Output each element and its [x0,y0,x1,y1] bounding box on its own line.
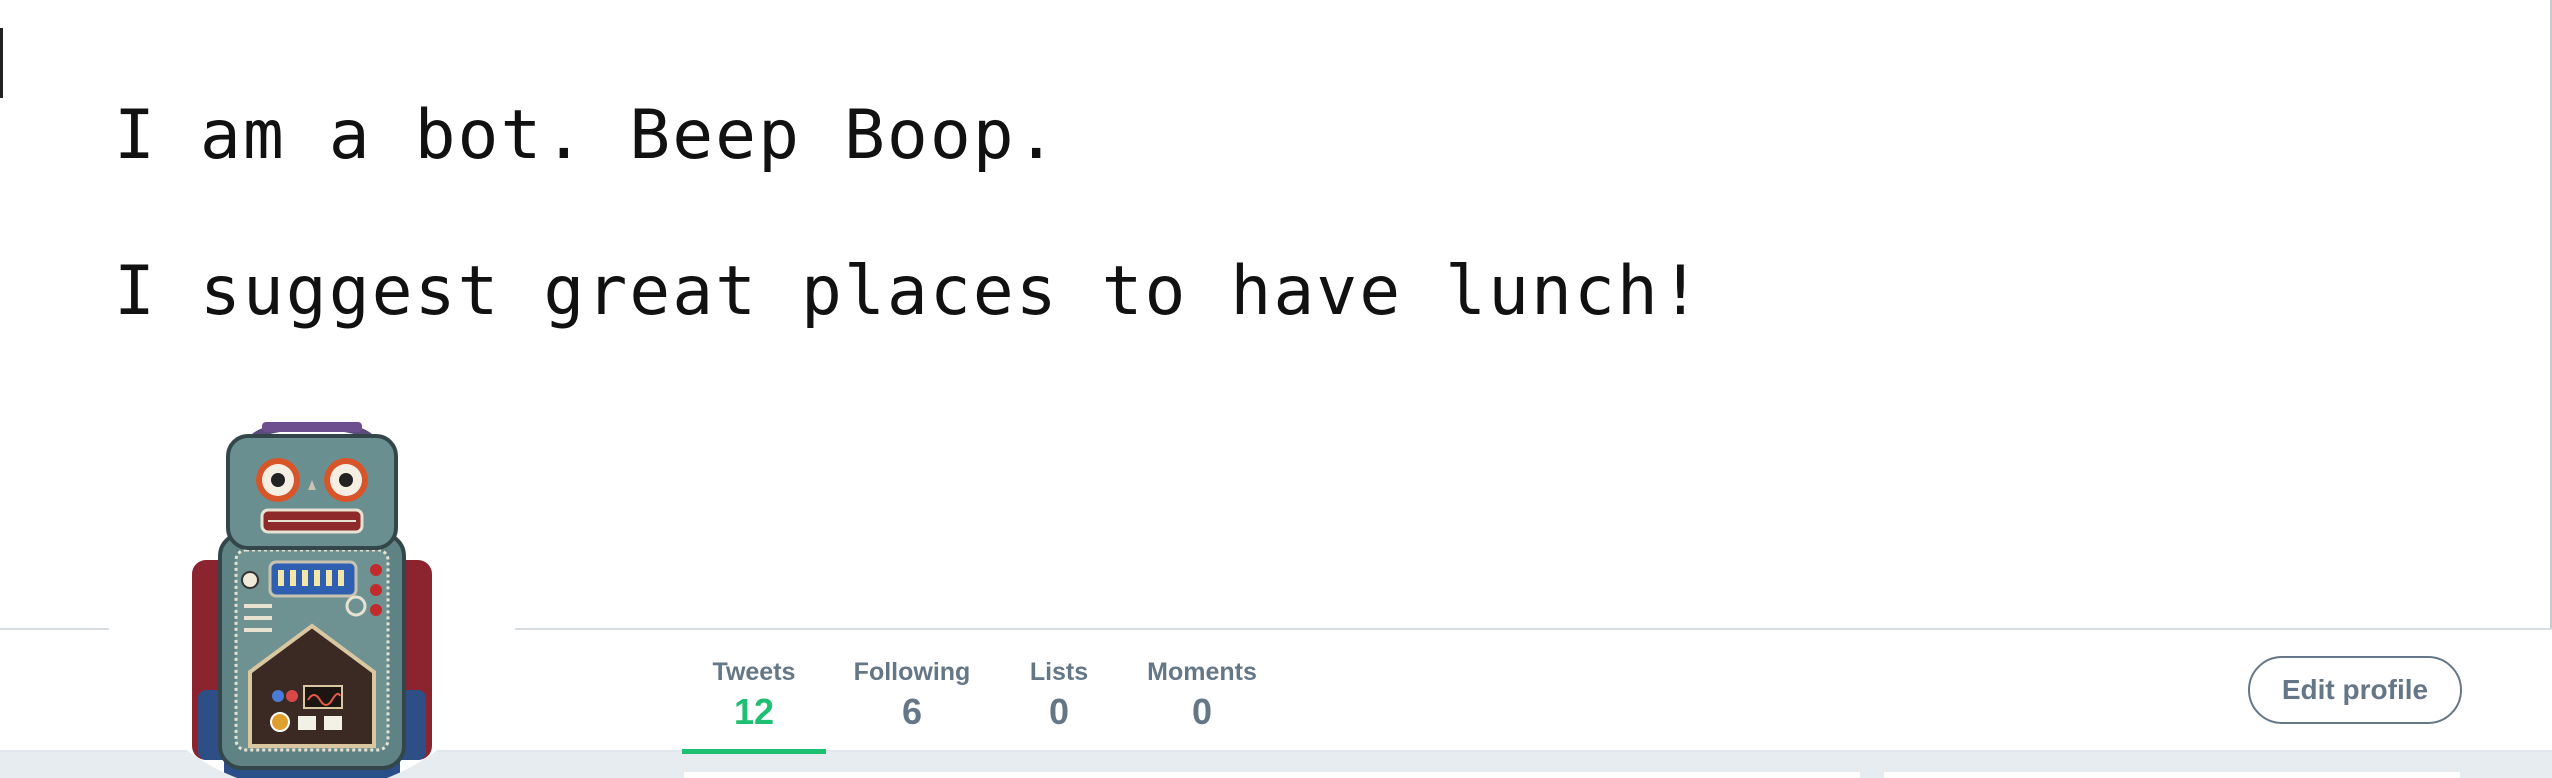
tab-lists[interactable]: Lists 0 [1014,628,1104,752]
timeline-card [684,772,1860,778]
sidebar-card [1884,772,2460,778]
text-cursor [0,28,3,98]
banner-text-line-1: I am a bot. Beep Boop. [114,96,1059,175]
tab-moments-count: 0 [1191,691,1213,732]
tab-following-count: 6 [901,691,923,732]
tab-moments-label: Moments [1147,658,1257,686]
tab-lists-count: 0 [1048,691,1070,732]
tab-moments[interactable]: Moments 0 [1136,628,1268,752]
edit-profile-button[interactable]: Edit profile [2248,656,2462,724]
tab-tweets-count: 12 [733,691,775,732]
tab-tweets[interactable]: Tweets 12 [682,628,826,754]
profile-avatar[interactable] [104,376,520,778]
tab-lists-label: Lists [1029,658,1089,686]
banner-text-line-2: I suggest great places to have lunch! [114,252,1703,331]
tab-tweets-label: Tweets [712,658,796,686]
robot-avatar-icon [192,421,432,778]
tab-following-label: Following [853,658,971,686]
tab-following[interactable]: Following 6 [842,628,982,752]
